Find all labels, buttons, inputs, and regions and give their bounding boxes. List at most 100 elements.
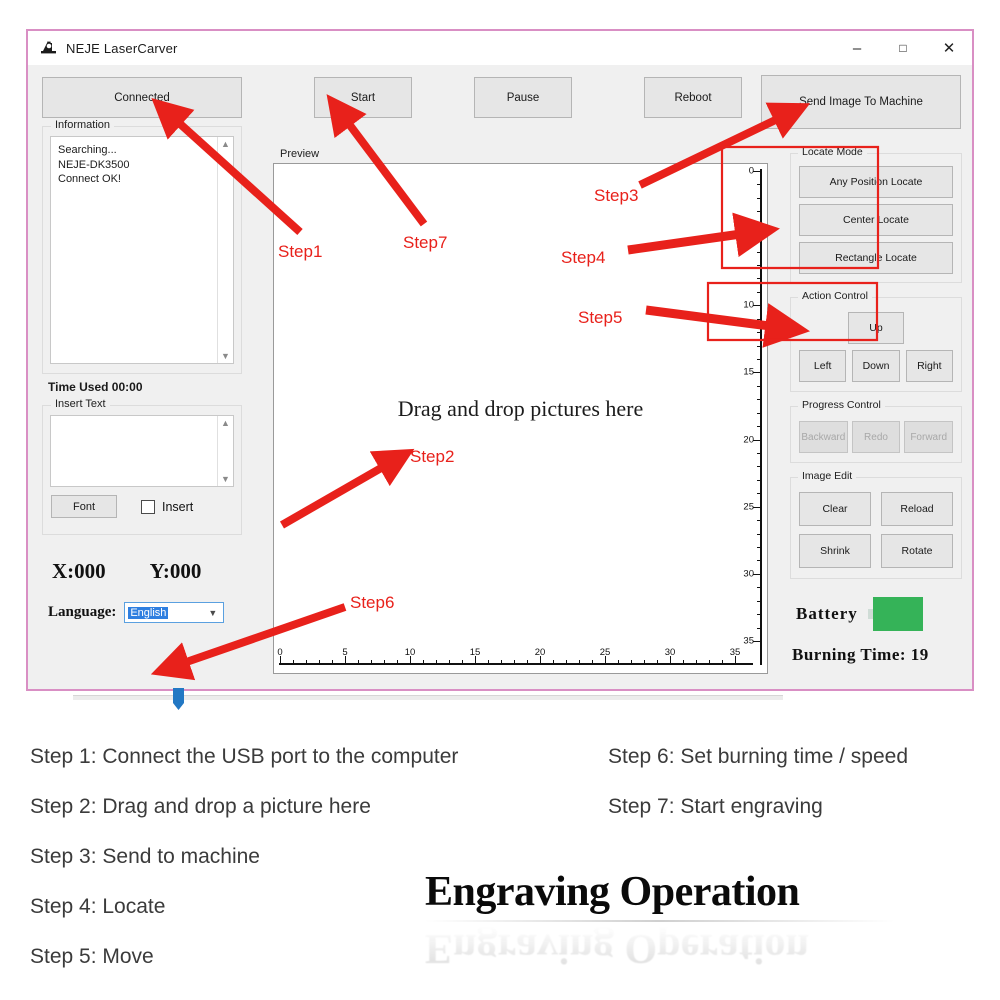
v-ruler-tick bbox=[757, 627, 760, 629]
information-group: Information Searching... NEJE-DK3500 Con… bbox=[42, 119, 242, 374]
h-ruler-tick bbox=[527, 660, 528, 663]
instruction-step-4: Step 4: Locate bbox=[30, 895, 166, 918]
h-ruler-tick bbox=[644, 660, 645, 663]
main-toolbar: Connected Start Pause Reboot Send Image … bbox=[28, 65, 972, 129]
y-coordinate: Y:000 bbox=[149, 559, 202, 583]
instruction-step-2: Step 2: Drag and drop a picture here bbox=[30, 795, 371, 818]
v-ruler-tick bbox=[757, 547, 760, 548]
insert-checkbox[interactable] bbox=[141, 499, 155, 514]
v-ruler-tick bbox=[757, 332, 760, 334]
scroll-up-icon[interactable]: ▲ bbox=[221, 416, 230, 430]
h-ruler-label: 0 bbox=[277, 647, 283, 658]
up-row: Up bbox=[799, 312, 953, 344]
scroll-down-icon[interactable]: ▼ bbox=[221, 349, 230, 363]
start-button[interactable]: Start bbox=[314, 77, 412, 118]
language-selected-value: English bbox=[128, 606, 169, 619]
insert-text-scrollbar[interactable]: ▲ ▼ bbox=[217, 416, 233, 486]
h-ruler-tick bbox=[657, 660, 658, 663]
battery-icon bbox=[867, 597, 923, 631]
rectangle-locate-button[interactable]: Rectangle Locate bbox=[799, 242, 953, 274]
reboot-button[interactable]: Reboot bbox=[644, 77, 742, 118]
h-ruler-tick bbox=[501, 660, 502, 663]
insert-checkbox-wrap[interactable]: Insert bbox=[141, 499, 194, 514]
instruction-step-5: Step 5: Move bbox=[30, 945, 154, 968]
rotate-button[interactable]: Rotate bbox=[881, 534, 953, 568]
v-ruler-tick bbox=[757, 560, 760, 562]
progress-control-group: Progress Control Backward Redo Forward bbox=[790, 399, 962, 463]
scroll-up-icon[interactable]: ▲ bbox=[221, 137, 230, 151]
brand-title: Engraving Operation bbox=[425, 869, 800, 915]
right-button[interactable]: Right bbox=[905, 350, 953, 382]
information-textarea[interactable]: Searching... NEJE-DK3500 Connect OK! ▲ ▼ bbox=[50, 136, 234, 364]
battery-level bbox=[872, 597, 923, 631]
insert-text-legend: Insert Text bbox=[51, 398, 110, 410]
x-coordinate: X:000 bbox=[52, 559, 106, 583]
v-ruler-tick bbox=[753, 305, 760, 307]
v-ruler-label: 35 bbox=[743, 635, 754, 647]
h-ruler-tick bbox=[579, 660, 580, 663]
close-button[interactable]: ✕ bbox=[926, 31, 972, 65]
instruction-step-6: Step 6: Set burning time / speed bbox=[608, 745, 909, 768]
maximize-button[interactable]: □ bbox=[880, 31, 926, 65]
backward-button[interactable]: Backward bbox=[799, 421, 848, 453]
locate-mode-group: Locate Mode Any Position Locate Center L… bbox=[790, 146, 962, 283]
v-ruler-tick bbox=[757, 533, 760, 535]
font-row: Font Insert bbox=[43, 495, 241, 518]
v-ruler-tick bbox=[757, 412, 760, 414]
forward-button[interactable]: Forward bbox=[904, 421, 954, 453]
reload-button[interactable]: Reload bbox=[881, 492, 953, 526]
brand-logo: Engraving Operation Engraving Operation bbox=[425, 868, 925, 978]
connected-button[interactable]: Connected bbox=[42, 77, 242, 118]
image-edit-legend: Image Edit bbox=[798, 470, 857, 482]
v-ruler-tick bbox=[757, 345, 760, 347]
center-locate-button[interactable]: Center Locate bbox=[799, 204, 953, 236]
clear-button[interactable]: Clear bbox=[799, 492, 871, 526]
brand-divider bbox=[425, 920, 895, 922]
pause-button[interactable]: Pause bbox=[474, 77, 572, 118]
battery-label: Battery bbox=[796, 604, 858, 623]
h-ruler-label: 30 bbox=[664, 647, 676, 658]
info-line: NEJE-DK3500 bbox=[58, 158, 130, 171]
any-position-locate-button[interactable]: Any Position Locate bbox=[799, 166, 953, 198]
language-row: Language: English ▼ bbox=[42, 602, 242, 623]
preview-panel: Preview Drag and drop pictures here 0 5 10… bbox=[273, 148, 768, 674]
h-ruler-tick bbox=[332, 660, 333, 663]
left-button[interactable]: Left bbox=[799, 350, 847, 382]
information-scrollbar[interactable]: ▲ ▼ bbox=[217, 137, 233, 363]
v-ruler-tick bbox=[753, 171, 760, 172]
v-axis-line bbox=[760, 169, 762, 665]
right-panel: Locate Mode Any Position Locate Center L… bbox=[790, 146, 962, 665]
vertical-ruler: 0 5 10 15 20 25 30 35 bbox=[732, 164, 762, 673]
v-ruler-tick bbox=[757, 385, 760, 387]
brand-title-reflection: Engraving Operation bbox=[425, 925, 809, 971]
shrink-button[interactable]: Shrink bbox=[799, 534, 871, 568]
font-button[interactable]: Font bbox=[51, 495, 117, 518]
v-ruler-tick bbox=[757, 197, 760, 199]
chevron-down-icon[interactable]: ▼ bbox=[208, 608, 217, 618]
h-ruler-tick bbox=[319, 660, 320, 663]
redo-button[interactable]: Redo bbox=[851, 421, 901, 453]
action-control-legend: Action Control bbox=[798, 290, 872, 302]
h-ruler-tick bbox=[696, 660, 697, 663]
drop-hint-text: Drag and drop pictures here bbox=[397, 396, 644, 421]
v-ruler-label: 10 bbox=[743, 299, 754, 311]
language-label: Language: bbox=[48, 604, 117, 620]
insert-text-input[interactable]: ▲ ▼ bbox=[50, 415, 234, 487]
v-ruler-tick bbox=[757, 587, 760, 589]
down-button[interactable]: Down bbox=[852, 350, 900, 382]
laser-engraver-icon bbox=[40, 39, 58, 57]
instruction-step-3: Step 3: Send to machine bbox=[30, 845, 260, 868]
burning-time-label: Burning Time: 19 bbox=[792, 645, 929, 664]
v-ruler-tick bbox=[757, 520, 760, 522]
locate-mode-legend: Locate Mode bbox=[798, 146, 867, 158]
language-select[interactable]: English ▼ bbox=[124, 602, 225, 623]
up-button[interactable]: Up bbox=[848, 312, 904, 344]
minimize-button[interactable]: – bbox=[834, 31, 880, 65]
send-image-to-machine-button[interactable]: Send Image To Machine bbox=[761, 75, 961, 129]
left-panel: Information Searching... NEJE-DK3500 Con… bbox=[42, 119, 242, 623]
v-ruler-tick bbox=[757, 426, 760, 428]
window-title: NEJE LaserCarver bbox=[66, 40, 178, 56]
scroll-down-icon[interactable]: ▼ bbox=[221, 472, 230, 486]
preview-canvas[interactable]: Drag and drop pictures here 0 5 10 15 20 25 30… bbox=[273, 163, 768, 674]
insert-checkbox-label: Insert bbox=[162, 499, 194, 514]
